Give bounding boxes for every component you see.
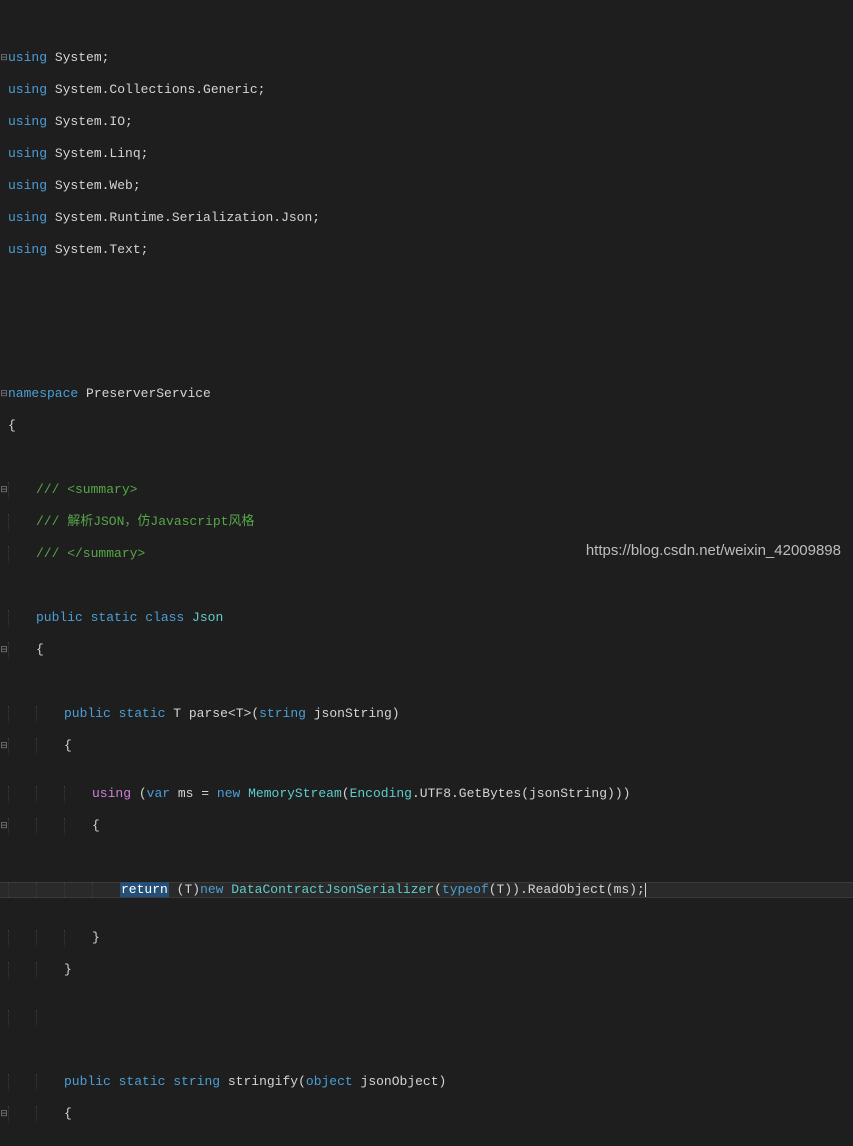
code-editor[interactable]: ⊟using System; using System.Collections.…	[0, 0, 853, 1146]
xml-doc-comment: /// </summary>	[36, 546, 145, 561]
namespace-ref: System.IO	[55, 114, 125, 129]
fold-icon[interactable]: ⊟	[0, 386, 8, 402]
namespace-name: PreserverService	[86, 386, 211, 401]
xml-doc-comment: /// 解析JSON，仿Javascript风格	[36, 514, 254, 529]
namespace-ref: System.Collections.Generic	[55, 82, 258, 97]
namespace-ref: System.Text	[55, 242, 141, 257]
namespace-ref: System	[55, 50, 102, 65]
fold-icon[interactable]: ⊟	[0, 642, 8, 658]
selected-keyword: return	[120, 882, 169, 897]
watermark-text: https://blog.csdn.net/weixin_42009898	[586, 543, 841, 559]
fold-icon[interactable]: ⊟	[0, 50, 8, 66]
fold-icon[interactable]: ⊟	[0, 738, 8, 754]
brace-open: {	[8, 418, 16, 433]
fold-icon[interactable]: ⊟	[0, 482, 8, 498]
fold-icon[interactable]: ⊟	[0, 818, 8, 834]
class-name: Json	[192, 610, 223, 625]
keyword-using: using	[8, 50, 47, 65]
current-line[interactable]: return (T)new DataContractJsonSerializer…	[0, 882, 853, 898]
class-modifiers: public static class	[36, 610, 184, 625]
text-cursor	[645, 883, 646, 897]
xml-doc-comment: /// <summary>	[36, 482, 137, 497]
fold-icon[interactable]: ⊟	[0, 1106, 8, 1122]
namespace-ref: System.Web	[55, 178, 133, 193]
keyword-namespace: namespace	[8, 386, 78, 401]
namespace-ref: System.Runtime.Serialization.Json	[55, 210, 312, 225]
method-name: parse	[189, 706, 228, 721]
namespace-ref: System.Linq	[55, 146, 141, 161]
method-name: stringify	[228, 1074, 298, 1089]
